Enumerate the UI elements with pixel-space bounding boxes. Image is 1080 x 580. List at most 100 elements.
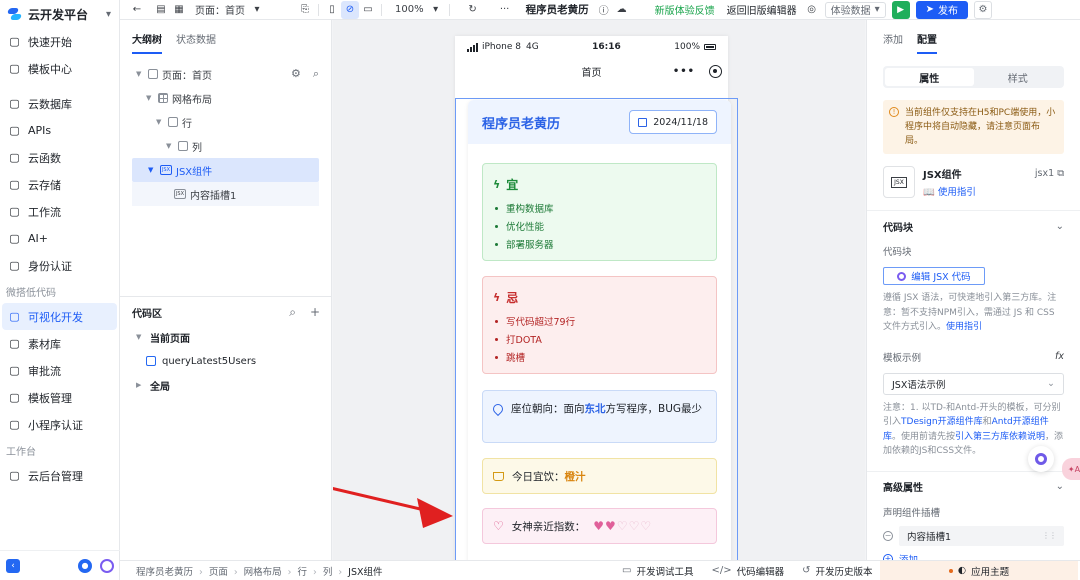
code-item-query[interactable]: queryLatest5Users	[120, 349, 332, 373]
usage-guide-link[interactable]: 使用指引	[946, 322, 982, 332]
user-circle-icon[interactable]: ◎	[803, 1, 821, 19]
third-party-link[interactable]: 引入第三方库依赖说明	[955, 432, 1045, 442]
remove-icon[interactable]: −	[883, 530, 893, 541]
caret-down-icon[interactable]: ▼	[136, 333, 144, 341]
ai-assistant-icon[interactable]	[100, 558, 114, 573]
sidebar-item-template-manage[interactable]: ▢ 模板管理	[2, 384, 117, 411]
chevron-down-icon[interactable]: ▾	[106, 9, 111, 20]
sidebar-item-flag[interactable]: ▢ 快速开始	[2, 28, 117, 55]
run-preview-button[interactable]: ▶	[891, 0, 910, 19]
caret-down-icon[interactable]: ▼	[136, 70, 144, 78]
sidebar-item-function[interactable]: ▢ 云函数	[2, 144, 117, 171]
chevron-down-icon[interactable]: ⌄	[1056, 481, 1064, 492]
date-chip[interactable]: 2024/11/18	[629, 110, 717, 134]
tab-outline-tree[interactable]: 大纲树	[132, 31, 162, 54]
almanac-card[interactable]: 程序员老黄历 2024/11/18 ϟ 宜 重构数据库 优化性能 部署服务器 ϟ…	[468, 100, 731, 560]
breadcrumb-item[interactable]: 列	[323, 564, 333, 578]
sidebar-item-storage[interactable]: ▢ 云存储	[2, 171, 117, 198]
tree-node-column[interactable]: ▼ 列	[120, 134, 331, 158]
back-old-editor-link[interactable]: 返回旧版编辑器	[727, 2, 797, 17]
edit-view-icon[interactable]: ⊘	[341, 0, 359, 19]
copy-icon[interactable]: ⧉	[1057, 168, 1064, 179]
sidebar-item-assets[interactable]: ▢ 素材库	[2, 330, 117, 357]
mobile-view-icon[interactable]: ▯	[323, 1, 341, 19]
breadcrumb-item[interactable]: JSX组件	[348, 564, 382, 578]
sidebar-item-visual-dev[interactable]: ▢ 可视化开发	[2, 303, 117, 330]
edit-jsx-code-button[interactable]: 编辑 JSX 代码	[883, 267, 985, 285]
tab-properties[interactable]: 属性	[885, 68, 974, 86]
page-selector[interactable]: 页面：首页	[192, 1, 248, 19]
caret-down-icon[interactable]: ▼	[146, 94, 154, 102]
drag-handle-icon[interactable]: ⋮⋮	[1042, 531, 1057, 540]
sidebar-item-id-card[interactable]: ▢ 身份认证	[2, 252, 117, 279]
caret-down-icon[interactable]: ▼	[148, 166, 156, 174]
sidebar-item-workflow[interactable]: ▢ 工作流	[2, 198, 117, 225]
user-avatar-icon[interactable]: ●	[78, 558, 92, 573]
more-dots-icon[interactable]: •••	[673, 66, 695, 77]
settings-gear-icon[interactable]: ⚙	[974, 0, 993, 19]
data-source-select[interactable]: 体验数据 ▾	[824, 1, 886, 18]
sidebar-item-ai[interactable]: ▢ AI+	[2, 225, 117, 252]
slot-input[interactable]: 内容插槽1 ⋮⋮	[899, 525, 1064, 546]
design-canvas[interactable]: iPhone 8 4G 16:16 100% 首页 ••• 程序员老黄历 202…	[333, 20, 865, 560]
caret-right-icon[interactable]: ▶	[136, 381, 144, 389]
zoom-select[interactable]: 100%	[392, 1, 427, 19]
code-block-section[interactable]: 代码块 ⌄	[867, 211, 1080, 241]
code-group-global[interactable]: ▶ 全局	[120, 373, 332, 397]
add-slot-button[interactable]: + 添加	[883, 552, 1064, 560]
sidebar-item-template[interactable]: ▢ 模板中心	[2, 55, 117, 82]
floating-ai-button[interactable]	[1028, 446, 1054, 472]
tree-node-jsx[interactable]: ▼ JSX JSX组件	[132, 158, 319, 182]
cloud-status-icon[interactable]: ☁	[613, 1, 631, 19]
plus-icon[interactable]: +	[310, 305, 320, 320]
publish-button[interactable]: ➤ 发布	[915, 0, 969, 19]
tab-add[interactable]: 添加	[883, 31, 903, 46]
sidebar-item-api[interactable]: ▢ APIs	[2, 117, 117, 144]
breadcrumb-item[interactable]: 网格布局	[244, 564, 282, 578]
collapse-sidebar-icon[interactable]: ‹	[6, 558, 20, 573]
tree-node-grid[interactable]: ▼ 网格布局	[120, 86, 331, 110]
sidebar-item-approval[interactable]: ▢ 审批流	[2, 357, 117, 384]
template-select[interactable]: JSX语法示例 ⌄	[883, 372, 1064, 395]
debug-tools-button[interactable]: ▭ 开发调试工具	[622, 564, 693, 578]
breadcrumb-item[interactable]: 页面	[209, 564, 228, 578]
breadcrumb-item[interactable]: 程序员老黄历	[136, 564, 193, 578]
chevron-down-icon[interactable]: ⌄	[1056, 221, 1064, 232]
feedback-link[interactable]: 新版体验反馈	[655, 2, 715, 17]
sidebar-item-miniprogram[interactable]: ▢ 小程序认证	[2, 411, 117, 438]
refresh-icon[interactable]: ↻	[464, 1, 482, 19]
tab-state-data[interactable]: 状态数据	[176, 31, 216, 46]
history-versions-button[interactable]: ↺ 开发历史版本	[802, 564, 872, 578]
code-editor-button[interactable]: </> 代码编辑器	[711, 564, 784, 578]
search-icon[interactable]: ⌕	[289, 305, 296, 320]
back-arrow-icon[interactable]: ←	[128, 1, 146, 19]
floating-helper-icon[interactable]: ✦A	[1062, 458, 1080, 480]
tree-node-row[interactable]: ▼ 行	[120, 110, 331, 134]
fx-icon[interactable]: fx	[1055, 351, 1064, 362]
caret-down-icon[interactable]: ▼	[166, 142, 174, 150]
app-theme-button[interactable]: ◐ 应用主题	[880, 560, 1078, 580]
add-page-icon[interactable]: ⎘	[296, 1, 314, 19]
page-list-icon[interactable]: ▤	[152, 1, 170, 19]
brand[interactable]: 云开发平台 ▾	[0, 0, 119, 28]
chevron-down-icon[interactable]: ▾	[248, 1, 266, 19]
code-group-current-page[interactable]: ▼ 当前页面	[120, 325, 332, 349]
usage-guide-link[interactable]: 📖 使用指引	[923, 184, 976, 198]
desktop-view-icon[interactable]: ▭	[359, 1, 377, 19]
tab-styles[interactable]: 样式	[974, 68, 1063, 86]
info-icon[interactable]: ⓘ	[595, 1, 613, 19]
tree-node-slot[interactable]: JSX 内容插槽1	[132, 182, 319, 206]
sidebar-item-admin[interactable]: ▢ 云后台管理	[2, 462, 117, 489]
breadcrumb-item[interactable]: 行	[297, 564, 307, 578]
caret-down-icon[interactable]: ▼	[156, 118, 164, 126]
search-icon[interactable]: ⌕	[313, 67, 319, 81]
sidebar-item-database[interactable]: ▢ 云数据库	[2, 90, 117, 117]
tab-config[interactable]: 配置	[917, 31, 937, 54]
tree-node-page[interactable]: ▼ 页面：首页 ⚙ ⌕	[120, 62, 331, 86]
settings-gear-icon[interactable]: ⚙	[291, 67, 301, 81]
close-target-icon[interactable]	[709, 64, 722, 78]
tdesign-link[interactable]: TDesign开源组件库	[901, 417, 983, 427]
advanced-section[interactable]: 高级属性 ⌄	[867, 472, 1080, 502]
more-icon[interactable]: ···	[496, 1, 514, 19]
layout-icon[interactable]: ▦	[170, 1, 188, 19]
